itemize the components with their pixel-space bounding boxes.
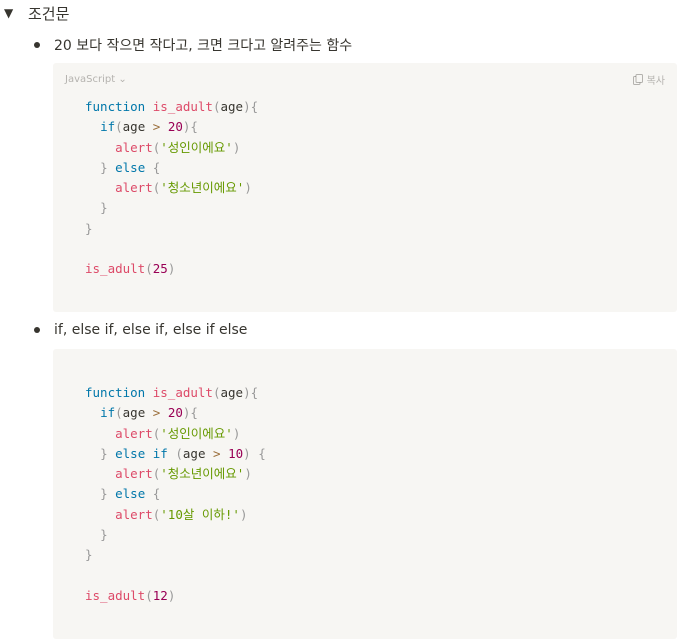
- code-token: if: [152, 445, 168, 461]
- code-token: if: [100, 119, 116, 135]
- code-token: age: [122, 119, 146, 135]
- code-content[interactable]: function is_adult(age){ if(age > 20){ al…: [85, 97, 258, 280]
- code-token: 20: [167, 119, 183, 135]
- code-token: 10: [228, 445, 244, 461]
- code-token: 12: [152, 587, 168, 603]
- bullet-dot-icon: [34, 42, 40, 48]
- bullet-item-1: 20 보다 작으면 작다고, 크면 크다고 알려주는 함수: [34, 33, 352, 57]
- bullet-dot-icon: [34, 327, 40, 333]
- code-token: is_adult: [85, 587, 146, 603]
- bullet-text: if, else if, else if, else if else: [54, 322, 248, 338]
- code-token: alert: [115, 466, 153, 482]
- code-token: 25: [152, 261, 168, 277]
- code-block-1[interactable]: JavaScript ⌄ 복사 function is_adult(age){ …: [53, 63, 677, 312]
- code-token: '청소년이에요': [160, 180, 245, 196]
- code-token: is_adult: [152, 385, 213, 400]
- language-selector[interactable]: JavaScript ⌄: [65, 74, 127, 85]
- code-token: is_adult: [85, 261, 146, 277]
- code-token: function: [85, 99, 146, 114]
- copy-icon: [632, 74, 643, 85]
- code-token: age: [122, 405, 146, 421]
- toggle-title: 조건문: [28, 4, 70, 23]
- code-token: alert: [115, 506, 153, 522]
- code-token: >: [152, 119, 161, 135]
- code-content[interactable]: function is_adult(age){ if(age > 20){ al…: [85, 383, 266, 606]
- code-token: 20: [167, 405, 183, 421]
- code-token: alert: [115, 180, 153, 196]
- code-token: >: [152, 405, 161, 421]
- code-token: '성인이에요': [160, 139, 233, 155]
- toggle-heading[interactable]: ▼ 조건문: [4, 2, 69, 24]
- code-token: >: [213, 445, 221, 461]
- code-token: else: [115, 159, 146, 175]
- code-token: '10살 이하!': [160, 506, 240, 522]
- code-token: age: [220, 99, 244, 114]
- copy-button[interactable]: 복사: [632, 72, 665, 87]
- code-token: alert: [115, 139, 153, 155]
- toggle-arrow-icon[interactable]: ▼: [4, 2, 20, 24]
- code-token: '청소년이에요': [160, 466, 245, 482]
- code-token: else: [115, 486, 146, 502]
- code-token: age: [182, 445, 206, 461]
- code-token: alert: [115, 425, 153, 441]
- code-token: '성인이에요': [160, 425, 233, 441]
- bullet-text: 20 보다 작으면 작다고, 크면 크다고 알려주는 함수: [54, 38, 353, 54]
- code-token: age: [220, 385, 244, 400]
- code-token: function: [85, 385, 146, 400]
- bullet-item-2: if, else if, else if, else if else: [34, 318, 247, 342]
- code-token: is_adult: [152, 99, 213, 114]
- code-token: else: [115, 445, 146, 461]
- code-block-2[interactable]: function is_adult(age){ if(age > 20){ al…: [53, 349, 677, 639]
- code-token: if: [100, 405, 116, 421]
